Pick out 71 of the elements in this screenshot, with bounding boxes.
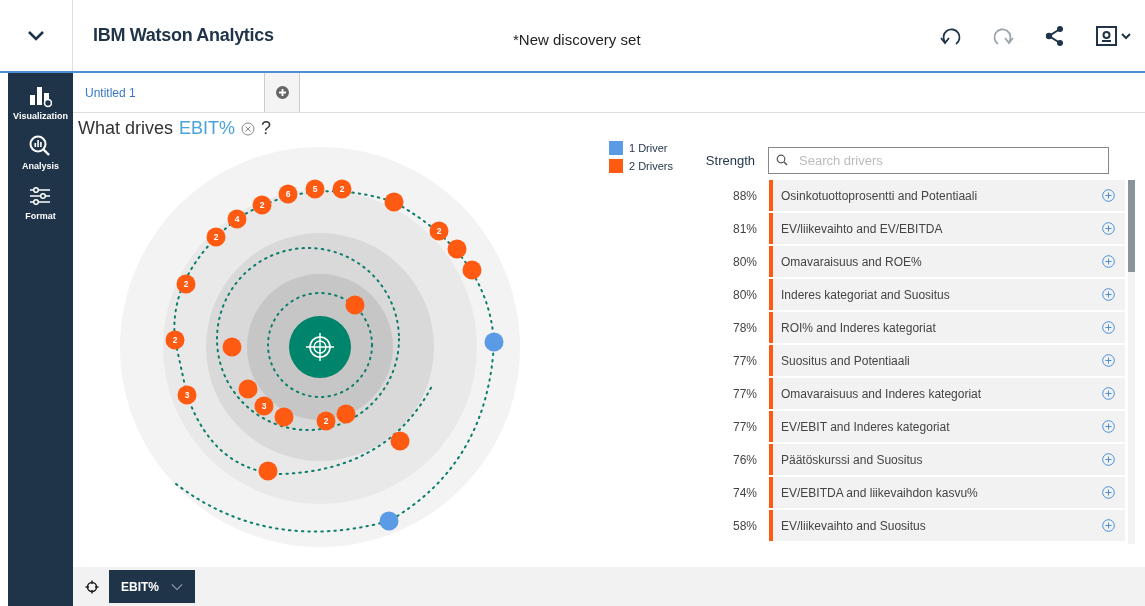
add-icon[interactable]: [1102, 486, 1115, 499]
scroll-thumb[interactable]: [1128, 180, 1135, 272]
driver-item[interactable]: Inderes kategoriat and Suositus: [769, 279, 1125, 310]
magnifier-chart-icon: [29, 135, 52, 158]
driver-bubble[interactable]: [484, 332, 504, 352]
strength-value: 76%: [731, 452, 758, 467]
strength-value: 58%: [731, 518, 758, 533]
add-icon[interactable]: [1102, 222, 1115, 235]
driver-item[interactable]: Päätöskurssi and Suositus: [769, 444, 1125, 475]
sidebar-item[interactable]: Analysis: [22, 135, 59, 171]
target-dropdown[interactable]: EBIT%: [109, 570, 195, 603]
strength-value: 80%: [731, 254, 758, 269]
sidebar-item[interactable]: Format: [25, 185, 56, 221]
chevron-icon: [27, 29, 45, 42]
add-icon[interactable]: [1102, 321, 1115, 334]
question-mark: ?: [261, 118, 272, 139]
add-icon[interactable]: [1102, 189, 1115, 202]
driver-bubble[interactable]: [336, 404, 356, 424]
add-icon[interactable]: [1102, 519, 1115, 532]
driver-bubble[interactable]: [390, 431, 410, 451]
target-button[interactable]: [85, 579, 99, 594]
clear-icon[interactable]: [241, 121, 256, 136]
driver-bubble[interactable]: [345, 295, 365, 315]
driver-bubble[interactable]: [258, 461, 278, 481]
app-title: IBM Watson Analytics: [93, 25, 275, 46]
sliders-icon: [29, 185, 52, 208]
legend-label: 2 Drivers: [629, 160, 673, 172]
add-icon[interactable]: [1102, 387, 1115, 400]
driver-bubble[interactable]: [274, 407, 294, 427]
add-icon[interactable]: [1102, 354, 1115, 367]
strength-value: 88%: [731, 188, 758, 203]
strength-label: Strength: [704, 153, 755, 168]
driver-bubble[interactable]: [222, 337, 242, 357]
caret-icon: [171, 581, 183, 592]
search-icon: [776, 154, 788, 166]
driver-bubble[interactable]: [462, 260, 482, 280]
driver-item[interactable]: EV/EBIT and Inderes kategoriat: [769, 411, 1125, 442]
add-icon[interactable]: [1102, 255, 1115, 268]
add-icon[interactable]: [1102, 288, 1115, 301]
strength-value: 77%: [731, 386, 758, 401]
driver-item[interactable]: EV/liikevaihto and EV/EBITDA: [769, 213, 1125, 244]
add-icon[interactable]: [1102, 453, 1115, 466]
add-icon[interactable]: [1102, 420, 1115, 433]
driver-bubble[interactable]: [379, 511, 399, 531]
driver-bubble[interactable]: [238, 379, 258, 399]
driver-bubble[interactable]: [447, 239, 467, 259]
driver-item[interactable]: ROI% and Inderes kategoriat: [769, 312, 1125, 343]
strength-value: 78%: [731, 320, 758, 335]
driver-item[interactable]: EV/EBITDA and liikevaihdon kasvu%: [769, 477, 1125, 508]
sidebar-item[interactable]: Visualization: [13, 85, 68, 121]
driver-item[interactable]: Osinkotuottoprosentti and Potentiaali: [769, 180, 1125, 211]
bar-chart-icon: [29, 85, 52, 108]
question-text: What drives: [78, 118, 174, 139]
driver-bubble[interactable]: [384, 192, 404, 212]
driver-item[interactable]: Omavaraisuus and Inderes kategoriat: [769, 378, 1125, 409]
search-field[interactable]: Search drivers: [768, 147, 1109, 174]
strength-value: 77%: [731, 353, 758, 368]
strength-value: 74%: [731, 485, 758, 500]
document-title: *New discovery set: [513, 31, 642, 48]
legend-label: 1 Driver: [629, 142, 668, 154]
strength-value: 77%: [731, 419, 758, 434]
target-icon[interactable]: [289, 316, 351, 378]
crosshair-icon: [85, 579, 99, 594]
strength-value: 80%: [731, 287, 758, 302]
add-tab-button[interactable]: [265, 73, 300, 112]
driver-item[interactable]: Omavaraisuus and ROE%: [769, 246, 1125, 277]
strength-value: 81%: [731, 221, 758, 236]
plus-icon: [275, 86, 289, 99]
driver-item[interactable]: Suositus and Potentiaali: [769, 345, 1125, 376]
account-icon: [1095, 23, 1131, 48]
driver-item[interactable]: EV/liikevaihto and Suositus: [769, 510, 1125, 541]
